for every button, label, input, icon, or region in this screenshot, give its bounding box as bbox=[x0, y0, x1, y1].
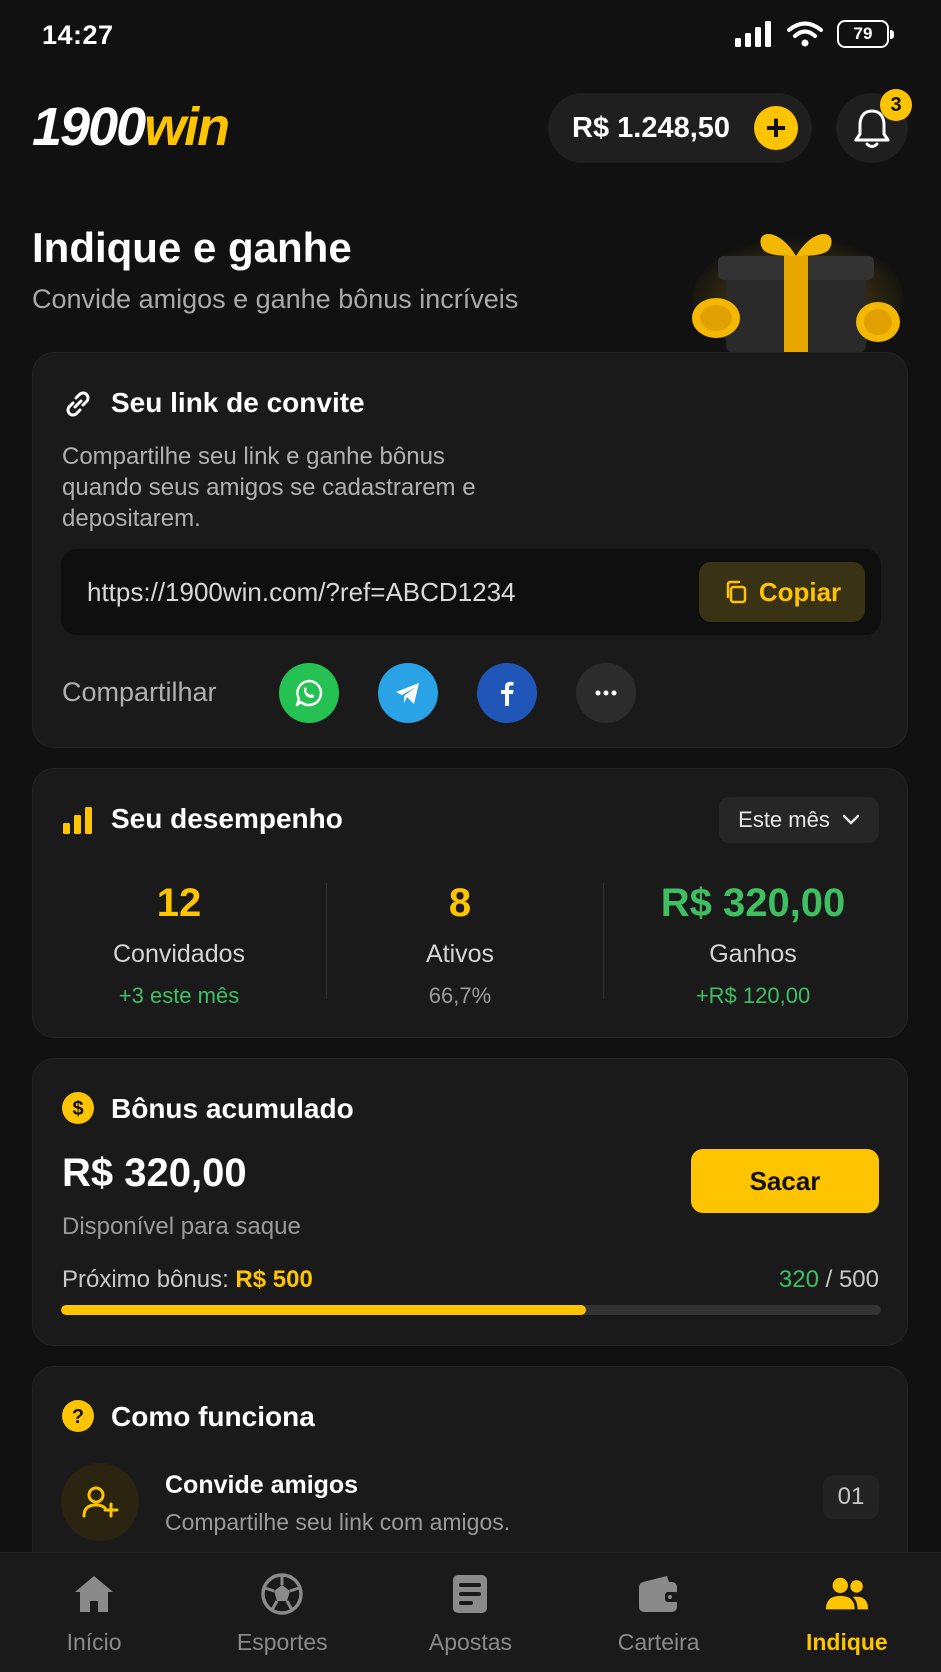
share-telegram-button[interactable] bbox=[378, 663, 438, 723]
bonus-progress-fill bbox=[61, 1305, 586, 1315]
invite-description: Compartilhe seu link e ganhe bônus quand… bbox=[62, 443, 476, 532]
next-bonus-text: Próximo bônus: R$ 500 bbox=[62, 1266, 313, 1294]
home-icon bbox=[71, 1571, 117, 1617]
share-facebook-button[interactable] bbox=[477, 663, 537, 723]
step-title: Convide amigos bbox=[165, 1471, 359, 1499]
status-bar: 14:27 79 bbox=[0, 0, 941, 72]
nav-item-home[interactable]: Início bbox=[0, 1553, 188, 1672]
header: 1900win R$ 1.248,50 + 3 bbox=[0, 89, 941, 166]
invite-link-card: Seu link de convite Compartilhe seu link… bbox=[32, 352, 908, 748]
soccer-ball-icon bbox=[259, 1571, 305, 1617]
bar-chart-icon bbox=[63, 807, 92, 834]
nav-label: Esportes bbox=[236, 1629, 328, 1655]
svg-text:$: $ bbox=[72, 1098, 83, 1120]
share-more-button[interactable] bbox=[576, 663, 636, 723]
stat-divider bbox=[326, 883, 327, 999]
logo-accent-text: win bbox=[144, 97, 230, 157]
invite-card-title: Seu link de convite bbox=[111, 387, 365, 418]
stat-value: 12 bbox=[156, 881, 202, 925]
stat-label: Ganhos bbox=[709, 940, 797, 968]
dollar-coin-icon: $ bbox=[62, 1092, 94, 1124]
period-value: Este mês bbox=[738, 807, 830, 832]
step-number: 01 bbox=[823, 1475, 879, 1519]
bottom-navigation: Início Esportes Apostas Carteira Indique bbox=[0, 1552, 941, 1672]
nav-label: Apostas bbox=[428, 1629, 513, 1655]
progress-current: 320 bbox=[778, 1266, 819, 1293]
page-title: Indique e ganhe bbox=[32, 224, 352, 271]
step-description: Compartilhe seu link com amigos. bbox=[165, 1509, 511, 1535]
page-subtitle: Convide amigos e ganhe bônus incríveis bbox=[32, 284, 519, 314]
stat-label: Ativos bbox=[425, 940, 495, 968]
bonus-title: Bônus acumulado bbox=[111, 1093, 354, 1124]
nav-item-refer[interactable]: Indique bbox=[753, 1553, 941, 1672]
invite-link-text: https://1900win.com/?ref=ABCD1234 bbox=[87, 577, 516, 607]
performance-title: Seu desempenho bbox=[111, 803, 343, 834]
stat-label: Convidados bbox=[112, 940, 246, 968]
whatsapp-icon bbox=[295, 679, 323, 707]
nav-label: Indique bbox=[805, 1629, 888, 1655]
stat-earnings: R$ 320,00 Ganhos +R$ 120,00 bbox=[613, 881, 893, 1009]
bonus-subtitle: Disponível para saque bbox=[62, 1213, 301, 1240]
bonus-amount: R$ 320,00 bbox=[62, 1151, 247, 1195]
nav-item-bets[interactable]: Apostas bbox=[376, 1553, 564, 1672]
users-icon bbox=[824, 1571, 870, 1617]
period-dropdown[interactable]: Este mês bbox=[719, 797, 879, 843]
stat-active: 8 Ativos 66,7% bbox=[345, 881, 575, 1009]
add-user-icon bbox=[82, 1486, 119, 1518]
wifi-icon bbox=[787, 21, 823, 47]
battery-icon: 79 bbox=[837, 20, 894, 48]
stat-sub: 66,7% bbox=[428, 983, 492, 1008]
status-icons: 79 bbox=[735, 20, 894, 48]
notifications-button[interactable]: 3 bbox=[836, 89, 912, 163]
facebook-icon bbox=[501, 681, 514, 706]
help-circle-icon: ? bbox=[62, 1400, 94, 1432]
copy-link-button[interactable]: Copiar bbox=[699, 562, 865, 622]
signal-icon bbox=[735, 21, 771, 47]
more-icon bbox=[595, 690, 617, 696]
stat-value: R$ 320,00 bbox=[660, 881, 846, 925]
nav-label: Início bbox=[66, 1629, 122, 1655]
brand-logo[interactable]: 1900win bbox=[32, 96, 230, 158]
balance-pill[interactable]: R$ 1.248,50 + bbox=[548, 93, 812, 163]
share-label: Compartilhar bbox=[62, 677, 217, 707]
copy-icon bbox=[726, 580, 747, 604]
chevron-down-icon bbox=[842, 814, 860, 825]
nav-item-wallet[interactable]: Carteira bbox=[565, 1553, 753, 1672]
svg-text:?: ? bbox=[72, 1406, 84, 1428]
progress-separator: / bbox=[818, 1266, 839, 1293]
progress-total: 500 bbox=[838, 1266, 879, 1293]
performance-card: Seu desempenho Este mês 12 Convidados +3… bbox=[32, 768, 908, 1038]
link-icon bbox=[66, 391, 90, 417]
logo-text: 1900 bbox=[32, 97, 146, 157]
stat-divider bbox=[603, 883, 604, 999]
progress-count: 320 / 500 bbox=[779, 1266, 879, 1294]
notification-badge: 3 bbox=[880, 89, 912, 121]
share-whatsapp-button[interactable] bbox=[279, 663, 339, 723]
stat-sub: +3 este mês bbox=[118, 983, 240, 1008]
wallet-icon bbox=[636, 1571, 682, 1617]
step-icon bbox=[61, 1463, 139, 1541]
deposit-plus-button[interactable]: + bbox=[754, 106, 798, 150]
telegram-icon bbox=[396, 683, 419, 704]
nav-item-sports[interactable]: Esportes bbox=[188, 1553, 376, 1672]
battery-level: 79 bbox=[853, 24, 873, 43]
status-time: 14:27 bbox=[42, 20, 114, 50]
next-bonus-value: R$ 500 bbox=[235, 1266, 313, 1293]
nav-label: Carteira bbox=[617, 1629, 700, 1655]
next-bonus-label: Próximo bônus: bbox=[62, 1266, 229, 1293]
invite-link-field[interactable]: https://1900win.com/?ref=ABCD1234 Copiar bbox=[61, 549, 881, 635]
withdraw-button[interactable]: Sacar bbox=[691, 1149, 879, 1213]
balance-amount: R$ 1.248,50 bbox=[572, 111, 731, 144]
gift-illustration bbox=[692, 233, 903, 352]
bonus-card: $ Bônus acumulado R$ 320,00 Disponível p… bbox=[32, 1058, 908, 1346]
ticket-icon bbox=[447, 1571, 493, 1617]
stat-sub: +R$ 120,00 bbox=[695, 983, 811, 1008]
stat-value: 8 bbox=[448, 881, 472, 925]
stat-invited: 12 Convidados +3 este mês bbox=[69, 881, 289, 1009]
copy-label: Copiar bbox=[758, 576, 842, 607]
how-it-works-title: Como funciona bbox=[111, 1401, 315, 1432]
bonus-progress-bar bbox=[61, 1305, 881, 1315]
